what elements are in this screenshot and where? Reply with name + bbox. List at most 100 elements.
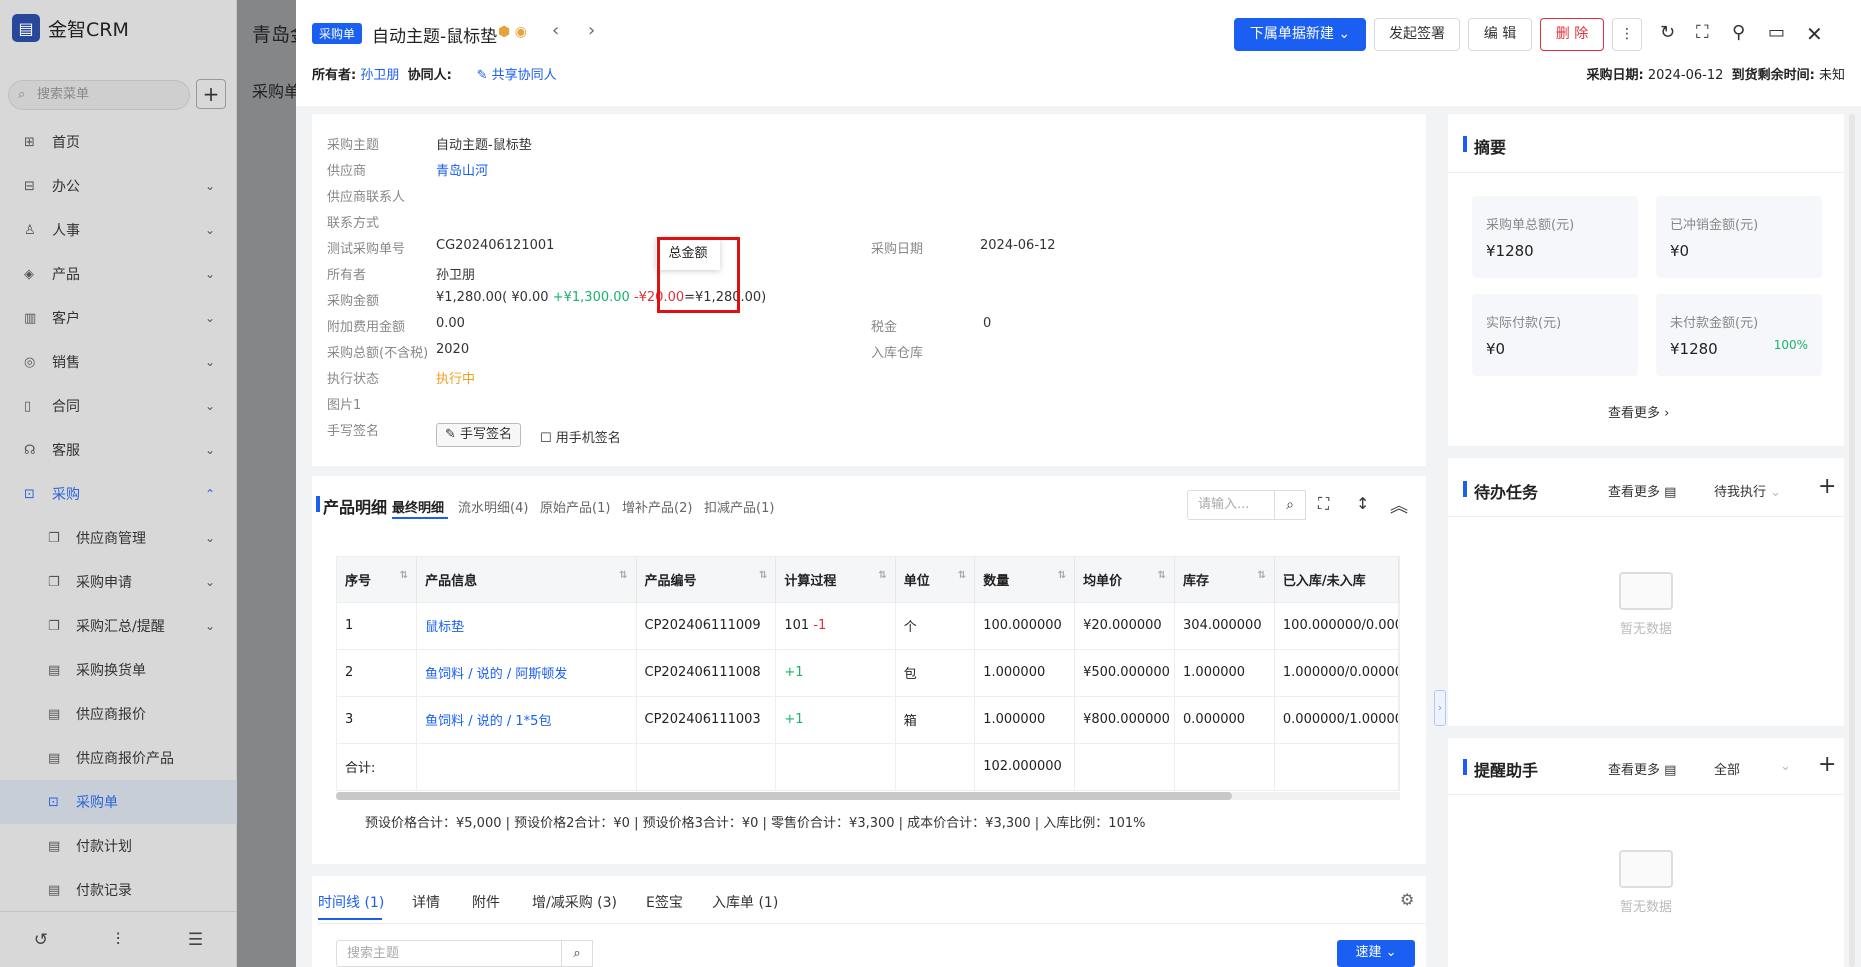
cell-empty xyxy=(895,742,976,790)
home-icon: ⊞ xyxy=(24,134,35,150)
tab-add-reduce[interactable]: 增/减采购 (3) xyxy=(532,892,617,912)
prev-icon[interactable]: ‹ xyxy=(552,20,559,41)
tab-original[interactable]: 原始产品(1) xyxy=(540,497,610,516)
menu-item-customer[interactable]: ▥ 客户 ⌄ xyxy=(0,296,237,340)
refresh-icon[interactable]: ↻ xyxy=(1660,22,1675,43)
box-value: ¥0 xyxy=(1486,340,1506,358)
menu-item-product[interactable]: ◈ 产品 ⌄ xyxy=(0,252,237,296)
col-product[interactable]: 产品信息 ⇅ xyxy=(416,557,637,602)
owner-link[interactable]: 孙卫朋 xyxy=(360,68,399,83)
summary-more-link[interactable]: 查看更多 › xyxy=(1608,402,1669,421)
menu-item-office[interactable]: ⊟ 办公 ⌄ xyxy=(0,164,237,208)
history-icon[interactable]: ↺ xyxy=(34,930,48,950)
product-link[interactable]: 鱼饲料 / 说的 / 阿斯顿发 xyxy=(416,648,637,696)
gear-icon[interactable]: ⚙ xyxy=(1400,890,1414,909)
search-icon: ⌕ xyxy=(18,87,26,102)
menu-sub-purchase-order[interactable]: ⊡ 采购单 xyxy=(0,780,237,824)
menu-item-home[interactable]: ⊞ 首页 xyxy=(0,120,237,164)
table-scrollbar[interactable] xyxy=(336,792,1400,800)
menu-search-input[interactable]: ⌕ 搜索菜单 xyxy=(8,80,190,110)
link-icon[interactable]: ⚲ xyxy=(1732,22,1745,43)
tab-esign[interactable]: E签宝 xyxy=(646,892,683,912)
menu-item-hr[interactable]: ♙ 人事 ⌄ xyxy=(0,208,237,252)
tab-final-detail[interactable]: 最终明细 xyxy=(392,497,444,516)
add-todo-icon[interactable]: + xyxy=(1818,474,1836,499)
panel-toggle-handle[interactable]: › xyxy=(1434,690,1446,726)
expand-icon[interactable]: ⛶ xyxy=(1318,494,1329,514)
product-link[interactable]: 鱼饲料 / 说的 / 1*5包 xyxy=(416,695,637,743)
edit-button[interactable]: 编 辑 xyxy=(1468,18,1532,51)
delete-button[interactable]: 删 除 xyxy=(1540,18,1604,51)
share-collab-link[interactable]: ✎ 共享协同人 xyxy=(477,68,557,83)
product-link[interactable]: 鼠标垫 xyxy=(416,601,637,649)
menu-item-sales[interactable]: ◎ 销售 ⌄ xyxy=(0,340,237,384)
menu-sub-summary[interactable]: ❐ 采购汇总/提醒 ⌄ xyxy=(0,604,237,648)
cell-calc: +1 xyxy=(775,695,896,743)
app-logo[interactable]: ▤ 金智CRM xyxy=(12,14,129,42)
menu-sub-supplier[interactable]: ❐ 供应商管理 ⌄ xyxy=(0,516,237,560)
panel-scrollbar[interactable] xyxy=(1849,114,1855,967)
col-stock[interactable]: 库存 ⇅ xyxy=(1174,557,1275,602)
col-calc[interactable]: 计算过程 ⇅ xyxy=(775,557,896,602)
more-button[interactable]: ⋮ xyxy=(1612,18,1642,51)
tab-detail[interactable]: 详情 xyxy=(412,892,440,912)
supplier-link[interactable]: 青岛山河 xyxy=(436,160,488,179)
menu-label: 产品 xyxy=(52,267,80,283)
col-no[interactable]: 序号 ⇅ xyxy=(337,557,418,602)
scroll-thumb[interactable] xyxy=(336,792,1232,800)
add-menu-button[interactable]: + xyxy=(196,79,226,109)
col-qty[interactable]: 数量 ⇅ xyxy=(974,557,1076,602)
menu-item-service[interactable]: ☊ 客服 ⌄ xyxy=(0,428,237,472)
tab-inbound[interactable]: 入库单 (1) xyxy=(712,892,778,912)
add-remind-icon[interactable]: + xyxy=(1818,752,1836,777)
close-icon[interactable]: ✕ xyxy=(1806,22,1823,46)
copy-icon: ❐ xyxy=(48,530,60,546)
more-label: 查看更多 xyxy=(1608,485,1661,500)
star-icon[interactable]: ⬢ ◉ xyxy=(498,24,527,40)
remind-more-link[interactable]: 查看更多 ▤ xyxy=(1608,759,1676,778)
sign-button[interactable]: 发起签署 xyxy=(1374,18,1460,51)
menu-sub-payment-record[interactable]: ▤ 付款记录 xyxy=(0,868,237,912)
cell-stock: 1.000000 xyxy=(1174,648,1275,696)
tab-deducted[interactable]: 扣减产品(1) xyxy=(704,497,774,516)
menu-sub-quote-product[interactable]: ▤ 供应商报价产品 xyxy=(0,736,237,780)
timeline-search-input[interactable]: 搜索主题 xyxy=(336,940,562,967)
new-sub-doc-button[interactable]: 下属单据新建 ⌄ xyxy=(1234,18,1366,51)
tab-added[interactable]: 增补产品(2) xyxy=(622,497,692,516)
mobile-sign-checkbox[interactable]: ☐ 用手机签名 xyxy=(540,427,621,446)
handwrite-sign-button[interactable]: ✎ 手写签名 xyxy=(436,423,522,447)
menu-label: 供应商报价 xyxy=(76,707,146,723)
tab-attachment[interactable]: 附件 xyxy=(472,892,500,912)
remind-filter-select[interactable]: 全部 ⌄ xyxy=(1714,759,1794,778)
tab-timeline[interactable]: 时间线 (1) xyxy=(318,892,384,912)
tax-label: 税金 xyxy=(871,320,898,335)
collapse-icon[interactable]: ☰ xyxy=(188,930,203,950)
menu-sub-exchange[interactable]: ▤ 采购换货单 xyxy=(0,648,237,692)
col-unit[interactable]: 单位 ⇅ xyxy=(895,557,976,602)
collapse-up-icon[interactable]: ︽ xyxy=(1390,492,1408,518)
col-code[interactable]: 产品编号 ⇅ xyxy=(636,557,777,602)
col-price[interactable]: 均单价 ⇅ xyxy=(1074,557,1176,602)
col-label: 库存 xyxy=(1183,573,1210,589)
menu-sub-quote[interactable]: ▤ 供应商报价 xyxy=(0,692,237,736)
quick-create-button[interactable]: 速建 ⌄ xyxy=(1337,940,1415,967)
divider xyxy=(1448,172,1844,173)
todo-more-link[interactable]: 查看更多 ▤ xyxy=(1608,481,1676,500)
todo-filter-select[interactable]: 待我执行 ⌄ xyxy=(1714,481,1781,500)
cell-unit: 箱 xyxy=(895,695,976,743)
menu-item-purchase[interactable]: ⊡ 采购 ⌃ xyxy=(0,472,237,516)
col-inout[interactable]: 已入库/未入库 xyxy=(1274,557,1400,602)
menu-sub-payment-plan[interactable]: ▤ 付款计划 xyxy=(0,824,237,868)
window-icon[interactable]: ▭ xyxy=(1768,22,1785,43)
filter-icon[interactable]: ⫶ xyxy=(116,930,120,950)
menu-sub-request[interactable]: ❐ 采购申请 ⌄ xyxy=(0,560,237,604)
search-icon[interactable]: ⌕ xyxy=(561,940,593,967)
play-icon[interactable]: ◉ xyxy=(515,24,527,40)
sort-icon[interactable]: ↕ xyxy=(1356,494,1369,513)
tab-flow-detail[interactable]: 流水明细(4) xyxy=(458,497,528,516)
next-icon[interactable]: › xyxy=(588,20,595,41)
fullscreen-icon[interactable]: ⛶ xyxy=(1696,22,1709,43)
search-icon[interactable]: ⌕ xyxy=(1274,490,1306,520)
product-search-input[interactable]: 请输入... xyxy=(1187,490,1275,520)
menu-item-contract[interactable]: ▯ 合同 ⌄ xyxy=(0,384,237,428)
